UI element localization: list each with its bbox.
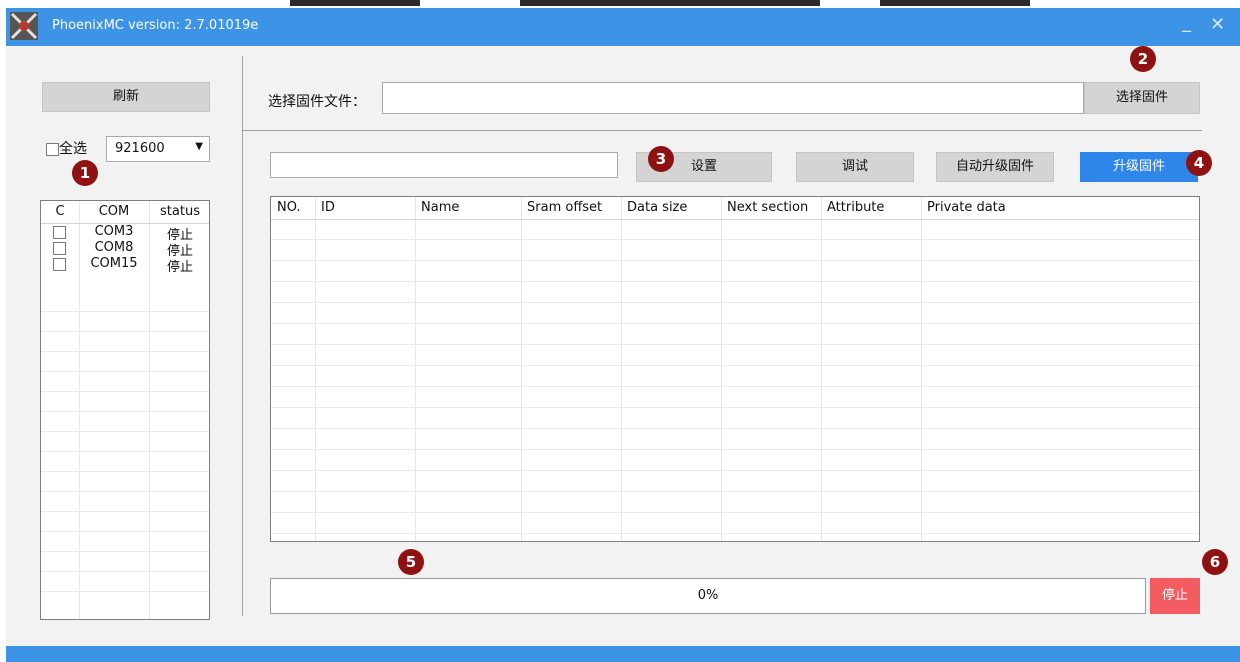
upgrade-firmware-button[interactable]: 升级固件	[1080, 152, 1198, 182]
firmware-path-input[interactable]	[382, 82, 1084, 114]
progress-percent: 0%	[697, 588, 719, 603]
port-status: 停止	[166, 260, 193, 275]
upgrade-progress-bar: 0%	[270, 578, 1146, 614]
chevron-down-icon[interactable]: ▼	[195, 141, 203, 152]
choose-firmware-button[interactable]: 选择固件	[1084, 82, 1200, 114]
column-header-com: COM	[98, 204, 130, 219]
column-header-c: C	[55, 204, 65, 219]
step-marker-6: 6	[1202, 549, 1228, 575]
refresh-button[interactable]: 刷新	[42, 82, 210, 112]
stop-button[interactable]: 停止	[1150, 578, 1200, 614]
column-header-no: NO.	[277, 200, 301, 215]
table-row[interactable]: COM8 停止	[41, 240, 209, 259]
column-header-attribute: Attribute	[827, 200, 885, 215]
section-divider	[242, 130, 1202, 131]
debug-button[interactable]: 调试	[796, 152, 914, 182]
com-port-name: COM8	[94, 240, 134, 255]
column-header-private-data: Private data	[927, 200, 1006, 215]
com-port-name: COM3	[94, 224, 134, 239]
panel-divider	[242, 56, 243, 616]
table-row[interactable]: COM15 停止	[41, 256, 209, 275]
column-header-data-size: Data size	[627, 200, 688, 215]
app-logo-icon	[10, 12, 38, 40]
app-window: PhoenixMC version: 2.7.01019e _ ✕ 刷新 全选 …	[6, 8, 1240, 662]
baud-rate-value: 921600	[115, 141, 165, 156]
row-checkbox[interactable]	[53, 242, 66, 255]
baud-rate-select[interactable]: 921600 ▼	[106, 136, 210, 162]
column-header-status: status	[160, 204, 200, 219]
column-header-sram-offset: Sram offset	[527, 200, 603, 215]
window-bottom-border	[6, 646, 1240, 662]
column-header-id: ID	[321, 200, 335, 215]
title-bar[interactable]: PhoenixMC version: 2.7.01019e _ ✕	[6, 8, 1240, 46]
close-button[interactable]: ✕	[1210, 14, 1225, 35]
select-all-checkbox[interactable]: 全选	[46, 138, 87, 158]
select-all-label: 全选	[59, 141, 87, 157]
minimize-button[interactable]: _	[1182, 12, 1191, 33]
step-marker-5: 5	[398, 549, 424, 575]
com-port-name: COM15	[90, 256, 138, 271]
auto-upgrade-firmware-button[interactable]: 自动升级固件	[936, 152, 1054, 182]
firmware-section-table: NO. ID Name Sram offset Data size Next s…	[270, 196, 1200, 542]
row-checkbox[interactable]	[53, 226, 66, 239]
step-marker-2: 2	[1130, 46, 1156, 72]
step-marker-3: 3	[648, 146, 674, 172]
table-row[interactable]: COM3 停止	[41, 224, 209, 243]
step-marker-4: 4	[1186, 150, 1212, 176]
column-header-next-section: Next section	[727, 200, 809, 215]
step-marker-1: 1	[72, 160, 98, 186]
window-title: PhoenixMC version: 2.7.01019e	[52, 18, 259, 33]
desktop-top-strip	[0, 0, 1240, 8]
com-port-list: C COM status COM3 停止 COM8 停止 COM15 停止	[40, 200, 210, 620]
row-checkbox[interactable]	[53, 258, 66, 271]
column-header-name: Name	[421, 200, 460, 215]
firmware-file-label: 选择固件文件：	[268, 94, 366, 110]
command-input[interactable]	[270, 152, 618, 178]
checkbox-icon[interactable]	[46, 142, 59, 156]
